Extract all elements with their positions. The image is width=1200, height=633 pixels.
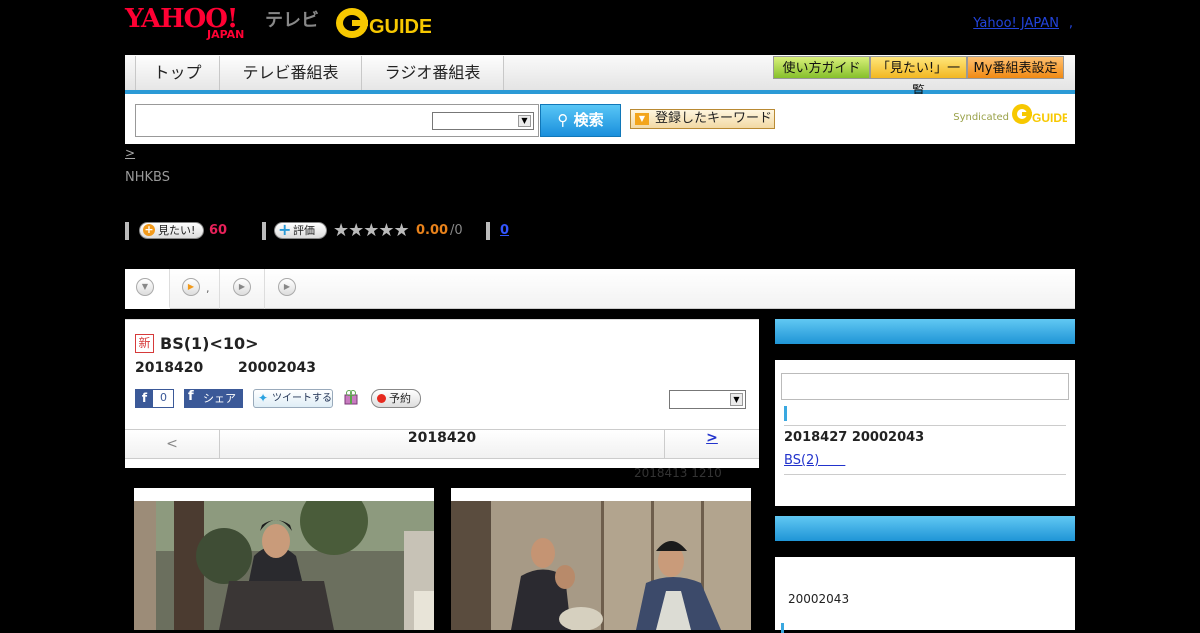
sidebar-box-next-broadcast: 2018427 20002043 BS(2) <box>775 319 1075 506</box>
photo-image <box>451 501 751 630</box>
mitai-label: 見たい! <box>158 224 196 237</box>
syndicated-label: Syndicated <box>953 112 1009 123</box>
sidebar-box-2-time: 20002043 <box>788 592 850 606</box>
divider <box>262 222 266 240</box>
next-broadcast-link[interactable]: BS(2) <box>784 449 845 468</box>
rating-stars: ★★★★★ <box>333 220 410 241</box>
program-select[interactable]: ▼ <box>669 390 746 409</box>
facebook-share-button[interactable]: f シェア <box>184 389 243 408</box>
program-date: 2018420 <box>135 360 204 376</box>
site-header: YAHOO! JAPAN テレビ GUIDE Yahoo! JAPAN , <box>125 0 1075 55</box>
rating-score: 0.00 <box>416 223 449 238</box>
divider <box>784 425 1066 426</box>
share-label: シェア <box>203 392 236 405</box>
subtab-2-label: , <box>206 282 210 295</box>
divider <box>784 474 1066 475</box>
sidebar-box-subheader <box>775 541 1075 557</box>
current-date: 2018420 <box>407 430 477 446</box>
header-separator: , <box>1068 16 1073 31</box>
rate-button[interactable]: + 評価 <box>274 222 327 239</box>
chevron-down-icon: ▼ <box>730 393 743 406</box>
gguide-logo-text: GUIDE <box>369 16 431 38</box>
station-name: NHKBS <box>125 170 170 185</box>
gguide-small-logo-text: GUIDE <box>1032 111 1067 125</box>
subtab-4[interactable]: ▶ <box>265 269 310 309</box>
program-panel: 新 BS(1)<10> 2018420 20002043 f 0 f シェア ✦… <box>125 319 759 468</box>
record-dot-icon <box>377 394 386 403</box>
tab-radio-schedule[interactable]: ラジオ番組表 <box>362 56 504 90</box>
chevron-down-icon: ▼ <box>518 115 531 127</box>
review-count-link[interactable]: 0 <box>500 223 509 238</box>
registered-keywords-label: 登録したキーワード <box>655 111 773 126</box>
search-button-label: 検索 <box>573 111 604 129</box>
reserve-button[interactable]: 予約 <box>371 389 421 408</box>
facebook-icon: f <box>136 390 153 407</box>
registered-keywords-button[interactable]: ▼ 登録したキーワード <box>630 109 775 129</box>
rating-count: /0 <box>450 223 463 238</box>
tweet-button[interactable]: ✦ ツイートする <box>253 389 333 408</box>
tab-top[interactable]: トップ <box>135 56 220 90</box>
plus-icon: + <box>143 223 155 236</box>
section-marker <box>784 406 787 421</box>
play-icon: ▶ <box>233 278 251 296</box>
section-marker <box>781 623 784 633</box>
play-icon: ▶ <box>182 278 200 296</box>
facebook-like-count: 0 <box>160 391 167 404</box>
facebook-icon: f <box>188 389 194 404</box>
tweet-label: ツイートする <box>272 393 332 404</box>
divider <box>486 222 490 240</box>
sidebar-box-header <box>775 319 1075 344</box>
facebook-like-button[interactable]: f 0 <box>135 389 174 408</box>
program-photo-1[interactable] <box>134 488 434 630</box>
plus-icon: + <box>278 220 292 239</box>
mitai-count: 60 <box>209 223 228 238</box>
prev-date-button[interactable]: < <box>125 430 220 458</box>
search-category-select[interactable]: ▼ <box>432 112 534 130</box>
main-nav: トップ テレビ番組表 ラジオ番組表 使い方ガイド 「見たい!」一覧 My番組表設… <box>125 55 1075 99</box>
usage-guide-button[interactable]: 使い方ガイド <box>773 56 870 79</box>
sidebar-box-subheader <box>775 344 1075 360</box>
mitai-button[interactable]: + 見たい! <box>139 222 204 239</box>
rerun-info: 2018413 1210 <box>634 466 722 480</box>
subtab-2[interactable]: ▶ , <box>170 269 220 309</box>
triangle-down-icon: ▼ <box>635 113 649 125</box>
program-time: 20002043 <box>238 360 316 376</box>
next-date-link[interactable]: > <box>664 430 759 458</box>
tab-tv-schedule[interactable]: テレビ番組表 <box>220 56 362 90</box>
subtab-3[interactable]: ▶ <box>220 269 265 309</box>
photo-image <box>134 501 434 630</box>
gguide-logo[interactable]: GUIDE <box>335 6 431 40</box>
play-icon: ▶ <box>278 278 296 296</box>
new-badge: 新 <box>135 334 154 353</box>
search-icon: ⚲ <box>557 111 574 129</box>
sidebar-box-2: 20002043 <box>775 516 1075 633</box>
my-schedule-settings-button[interactable]: My番組表設定 <box>967 56 1064 79</box>
mitai-list-button[interactable]: 「見たい!」一覧 <box>870 56 967 99</box>
reserve-label: 予約 <box>389 392 411 405</box>
ratings-row: + 見たい! 60 + 評価 ★★★★★ 0.00 /0 0 <box>125 220 1075 242</box>
gift-icon[interactable] <box>344 389 358 405</box>
date-navigation: < 2018420 > <box>125 429 759 459</box>
divider <box>125 222 129 240</box>
next-broadcast-datetime: 2018427 20002043 <box>784 430 925 445</box>
rate-label: 評価 <box>293 224 315 237</box>
sidebar-box-header <box>775 516 1075 541</box>
twitter-bird-icon: ✦ <box>258 391 269 405</box>
tv-logo-text[interactable]: テレビ <box>265 6 319 32</box>
yahoo-japan-link[interactable]: Yahoo! JAPAN <box>973 16 1059 31</box>
search-button[interactable]: ⚲ 検索 <box>540 104 621 137</box>
sidebar-input[interactable] <box>781 373 1069 400</box>
chevron-down-icon: ▼ <box>136 278 154 296</box>
program-title: BS(1)<10> <box>160 334 259 353</box>
gguide-small-logo: GUIDE <box>1012 104 1067 125</box>
breadcrumb[interactable]: > <box>125 146 135 160</box>
program-photo-2[interactable] <box>451 488 751 630</box>
subtab-1[interactable]: ▼ <box>125 269 170 309</box>
yahoo-japan-logo-text: JAPAN <box>207 28 245 41</box>
program-subtabs: ▼ ▶ , ▶ ▶ <box>125 269 1075 309</box>
search-bar: ▼ ⚲ 検索 ▼ 登録したキーワード Syndicated GUIDE <box>125 94 1075 144</box>
